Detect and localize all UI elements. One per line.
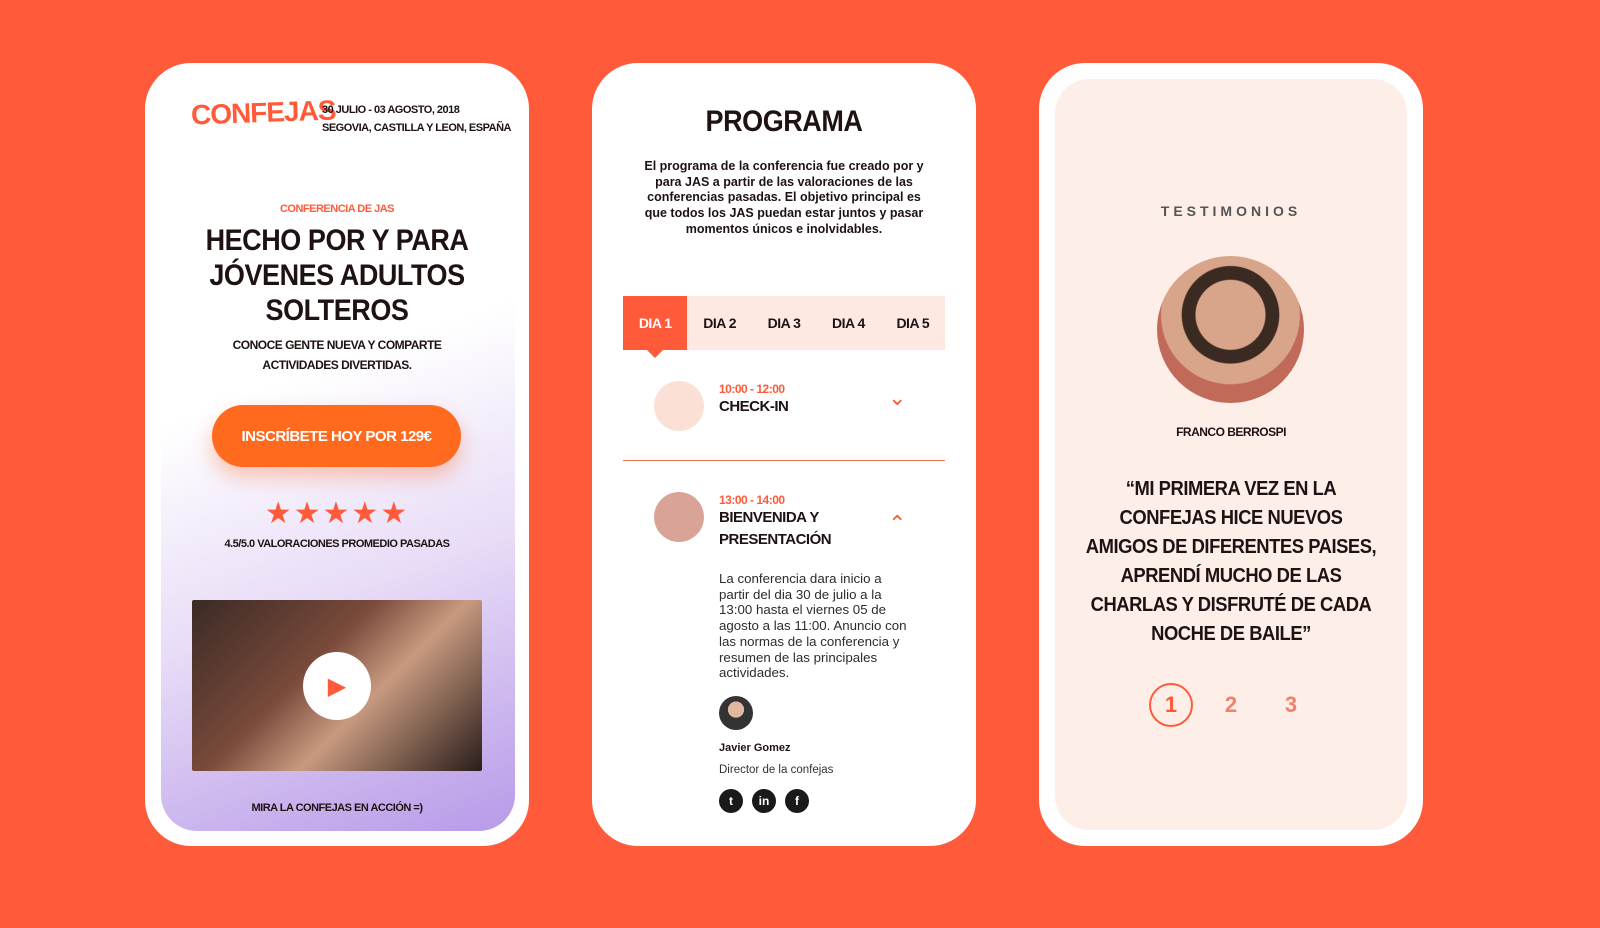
- session-checkin[interactable]: [654, 381, 704, 431]
- session-time: 10:00 - 12:00: [719, 382, 785, 396]
- session-welcome[interactable]: [654, 492, 704, 542]
- divider: [623, 460, 945, 461]
- tab-day-5[interactable]: DIA 5: [881, 296, 945, 350]
- session-title: BIENVENIDA Y PRESENTACIÓN: [719, 509, 832, 548]
- speaker-role: Director de la confejas: [719, 764, 834, 776]
- linkedin-icon[interactable]: in: [752, 789, 776, 813]
- testimonial-quote: “MI PRIMERA VEZ EN LA CONFEJAS HICE NUEV…: [1085, 478, 1377, 645]
- testimonial-name: FRANCO BERROSPI: [1176, 425, 1286, 439]
- chevron-up-icon[interactable]: ⌃: [888, 511, 906, 537]
- tab-day-4[interactable]: DIA 4: [816, 296, 880, 350]
- testimonial-avatar: [1157, 256, 1304, 403]
- session-header: 10:00 - 12:00 CHECK-IN: [719, 382, 789, 418]
- confejas-logo[interactable]: CONFEJAS: [190, 94, 335, 131]
- page-2[interactable]: 2: [1209, 683, 1253, 727]
- pagination: 1 2 3: [1039, 683, 1423, 727]
- tab-day-1[interactable]: DIA 1: [623, 296, 688, 358]
- event-info: 30 JULIO - 03 AGOSTO, 2018 SEGOVIA, CAST…: [322, 101, 511, 137]
- badge-icon: [654, 492, 704, 542]
- subheadline: CONOCE GENTE NUEVA Y COMPARTE ACTIVIDADE…: [232, 338, 442, 372]
- session-header: 13:00 - 14:00 BIENVENIDA Y PRESENTACIÓN: [719, 493, 869, 551]
- tab-day-2[interactable]: DIA 2: [687, 296, 751, 350]
- star-rating: ★★★★★: [264, 497, 410, 530]
- event-location: SEGOVIA, CASTILLA Y LEON, ESPAÑA: [322, 122, 511, 134]
- event-dates: 30 JULIO - 03 AGOSTO, 2018: [322, 104, 460, 116]
- session-title: CHECK-IN: [719, 398, 789, 415]
- section-heading: TESTIMONIOS: [1160, 203, 1302, 219]
- day-tabs: DIA 1 DIA 2 DIA 3 DIA 4 DIA 5: [623, 296, 945, 358]
- facebook-icon[interactable]: f: [785, 789, 809, 813]
- video-label: MIRA LA CONFEJAS EN ACCIÓN =): [251, 802, 423, 814]
- speaker-avatar: [719, 696, 753, 730]
- page-3[interactable]: 3: [1269, 683, 1313, 727]
- page-1[interactable]: 1: [1149, 683, 1193, 727]
- page-title: PROGRAMA: [705, 105, 863, 138]
- program-screen: PROGRAMA El programa de la conferencia f…: [592, 63, 976, 846]
- play-icon[interactable]: ▶: [303, 652, 371, 720]
- tab-day-3[interactable]: DIA 3: [752, 296, 816, 350]
- chevron-down-icon[interactable]: ⌄: [888, 385, 906, 411]
- headline: HECHO POR Y PARA JÓVENES ADULTOS SOLTERO…: [205, 224, 469, 327]
- twitter-icon[interactable]: t: [719, 789, 743, 813]
- session-description: La conferencia dara inicio a partir del …: [719, 571, 907, 681]
- hand-icon: [654, 381, 704, 431]
- video-thumbnail[interactable]: ▶: [192, 600, 482, 771]
- testimonials-screen: TESTIMONIOS FRANCO BERROSPI “MI PRIMERA …: [1039, 63, 1423, 846]
- program-description: El programa de la conferencia fue creado…: [644, 159, 924, 236]
- landing-screen: CONFEJAS 30 JULIO - 03 AGOSTO, 2018 SEGO…: [145, 63, 529, 846]
- social-links: t in f: [719, 789, 809, 813]
- speaker-name: Javier Gomez: [719, 742, 791, 754]
- session-time: 13:00 - 14:00: [719, 493, 785, 507]
- register-button[interactable]: INSCRÍBETE HOY POR 129€: [212, 405, 461, 467]
- eyebrow: CONFERENCIA DE JAS: [279, 203, 395, 215]
- rating-text: 4.5/5.0 VALORACIONES PROMEDIO PASADAS: [224, 538, 450, 550]
